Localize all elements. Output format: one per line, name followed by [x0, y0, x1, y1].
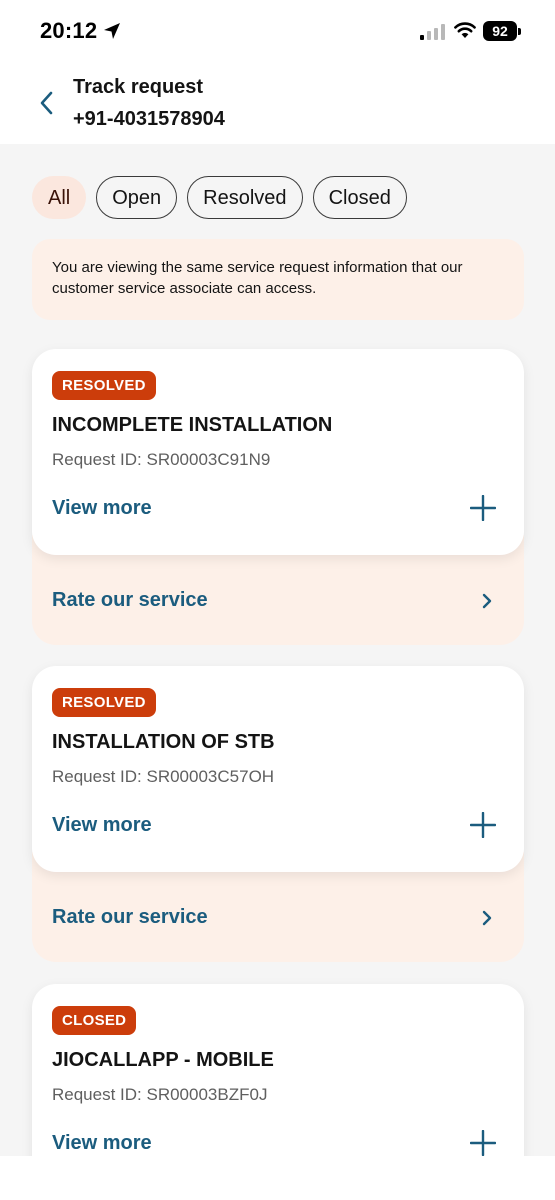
- request-card: CLOSED JIOCALLAPP - MOBILE Request ID: S…: [32, 984, 524, 1156]
- filter-all-chip[interactable]: All: [32, 176, 87, 219]
- filter-chips: All Open Resolved Closed: [32, 176, 407, 219]
- status-badge: RESOLVED: [52, 371, 156, 400]
- chevron-left-icon[interactable]: [34, 88, 60, 118]
- location-arrow-icon: [104, 23, 120, 39]
- battery-indicator: 92: [483, 21, 521, 41]
- view-more-link[interactable]: View more: [52, 814, 152, 837]
- plus-icon[interactable]: [470, 1130, 496, 1156]
- cellular-signal-icon: [420, 24, 445, 40]
- info-banner: You are viewing the same service request…: [32, 239, 524, 320]
- request-id: Request ID: SR00003BZF0J: [52, 1085, 268, 1104]
- request-id: Request ID: SR00003C91N9: [52, 450, 271, 469]
- request-card-group: Rate our service RESOLVED INCOMPLETE INS…: [32, 349, 524, 645]
- filter-closed-chip[interactable]: Closed: [312, 176, 407, 219]
- status-time: 20:12: [40, 18, 98, 43]
- request-id: Request ID: SR00003C57OH: [52, 767, 275, 786]
- request-title: INSTALLATION OF STB: [52, 731, 275, 753]
- filter-open-chip[interactable]: Open: [96, 176, 178, 219]
- chevron-right-icon: [482, 910, 492, 926]
- request-card-group: Rate our service RESOLVED INSTALLATION O…: [32, 666, 524, 962]
- request-card: RESOLVED INCOMPLETE INSTALLATION Request…: [32, 349, 524, 555]
- plus-icon[interactable]: [470, 812, 496, 838]
- view-more-link[interactable]: View more: [52, 1132, 152, 1155]
- bottom-blank-area: [0, 1156, 555, 1200]
- plus-icon[interactable]: [470, 495, 496, 521]
- rate-service-label: Rate our service: [52, 589, 208, 611]
- request-card-group: CLOSED JIOCALLAPP - MOBILE Request ID: S…: [32, 984, 524, 1156]
- status-badge: CLOSED: [52, 1006, 137, 1035]
- view-more-link[interactable]: View more: [52, 497, 152, 520]
- request-title: INCOMPLETE INSTALLATION: [52, 414, 333, 436]
- status-bar: 20:12 92: [0, 0, 555, 60]
- request-title: JIOCALLAPP - MOBILE: [52, 1049, 274, 1071]
- filter-resolved-chip[interactable]: Resolved: [187, 176, 303, 219]
- wifi-icon: [454, 22, 476, 38]
- page-title: Track request: [73, 76, 204, 98]
- app-header: Track request +91-4031578904: [0, 60, 555, 144]
- request-list-area[interactable]: All Open Resolved Closed You are viewing…: [0, 144, 555, 1156]
- status-badge: RESOLVED: [52, 688, 156, 717]
- request-card: RESOLVED INSTALLATION OF STB Request ID:…: [32, 666, 524, 872]
- phone-number: +91-4031578904: [73, 108, 225, 130]
- chevron-right-icon: [482, 593, 492, 609]
- rate-service-label: Rate our service: [52, 906, 208, 928]
